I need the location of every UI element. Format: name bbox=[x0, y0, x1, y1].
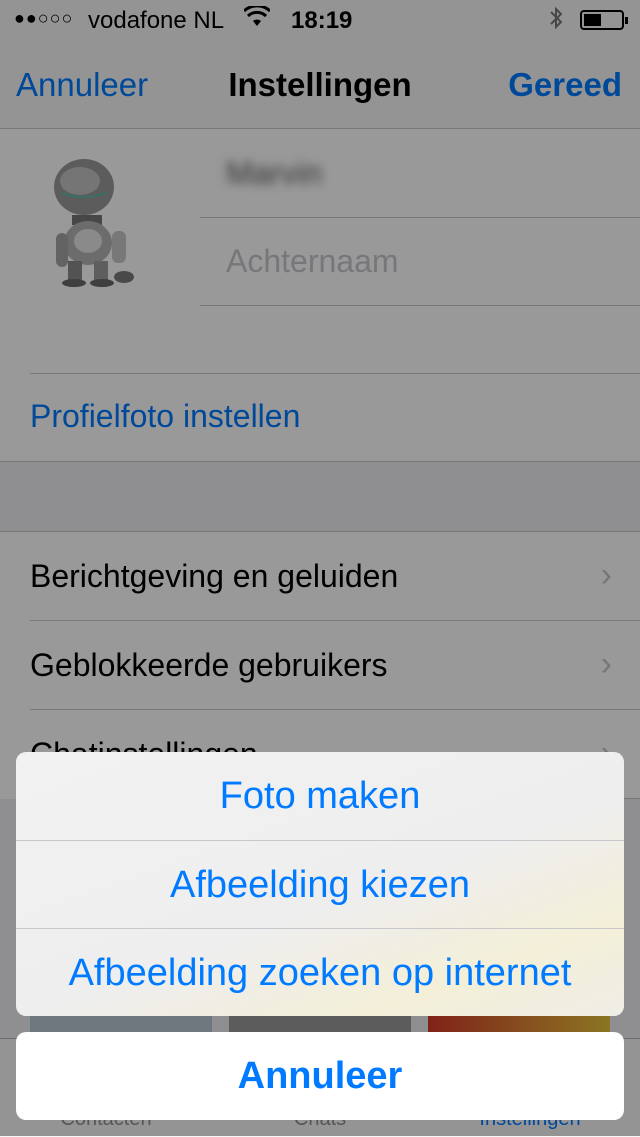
search-image-online-button[interactable]: Afbeelding zoeken op internet bbox=[16, 929, 624, 1016]
action-sheet: Foto maken Afbeelding kiezen Afbeelding … bbox=[16, 752, 624, 1016]
action-sheet-cancel-button[interactable]: Annuleer bbox=[16, 1032, 624, 1120]
choose-image-button[interactable]: Afbeelding kiezen bbox=[16, 841, 624, 929]
take-photo-button[interactable]: Foto maken bbox=[16, 752, 624, 840]
